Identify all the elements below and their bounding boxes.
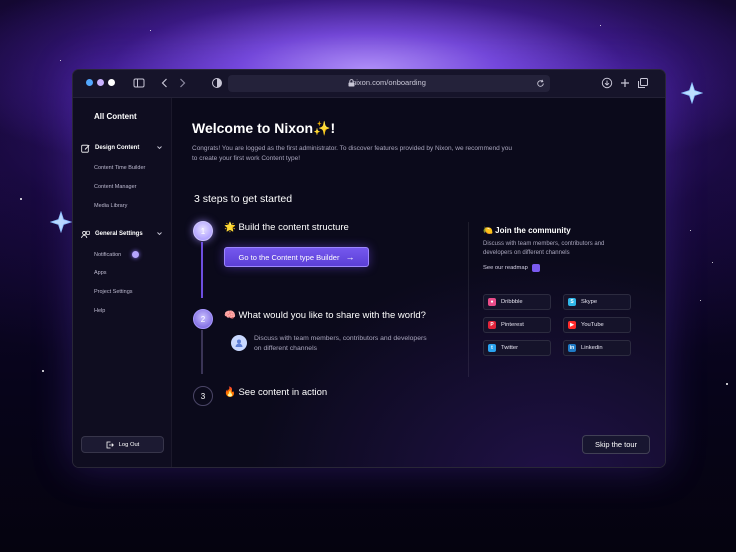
chevron-down-icon[interactable] bbox=[156, 144, 163, 151]
sidebar-section-label: General Settings bbox=[95, 231, 143, 237]
sidebar-item-notification[interactable]: Notification bbox=[94, 251, 139, 258]
background-star bbox=[690, 230, 691, 231]
user-icon bbox=[235, 339, 243, 347]
background-star bbox=[600, 25, 601, 26]
skype-icon: S bbox=[568, 298, 576, 306]
background-star bbox=[20, 198, 22, 200]
logout-icon bbox=[106, 441, 114, 448]
sidebar-title[interactable]: All Content bbox=[94, 112, 137, 121]
window-maximize-button[interactable] bbox=[108, 79, 115, 86]
button-label: Go to the Content type Builder bbox=[238, 252, 340, 262]
social-link-twitter[interactable]: t Twitter bbox=[483, 340, 551, 356]
community-title: 🍋 Join the community bbox=[483, 226, 571, 235]
youtube-icon: ▶ bbox=[568, 321, 576, 329]
social-link-linkedin[interactable]: in Linkedin bbox=[563, 340, 631, 356]
window-minimize-button[interactable] bbox=[97, 79, 104, 86]
chevron-down-icon[interactable] bbox=[156, 230, 163, 237]
download-icon[interactable] bbox=[600, 76, 614, 90]
sidebar-section-label: Design Content bbox=[95, 145, 140, 151]
step-description-2: Discuss with team members, contributors … bbox=[254, 335, 427, 352]
roadmap-label: See our readmap bbox=[483, 265, 528, 271]
window-close-button[interactable] bbox=[86, 79, 93, 86]
community-panel: 🍋 Join the community Discuss with team m… bbox=[468, 222, 659, 377]
roadmap-link[interactable]: See our readmap bbox=[483, 264, 540, 272]
sidebar-item-media-library[interactable]: Media Library bbox=[94, 203, 127, 209]
tabs-overview-icon[interactable] bbox=[636, 76, 650, 90]
address-bar[interactable]: nixon.com/onboarding bbox=[228, 75, 550, 92]
content-type-builder-button[interactable]: Go to the Content type Builder → bbox=[224, 247, 369, 267]
background-star bbox=[150, 30, 151, 31]
sidebar-section-design-content[interactable]: Design Content bbox=[81, 142, 165, 154]
sidebar: All Content Design Content Content Time … bbox=[73, 98, 172, 467]
background-star bbox=[60, 60, 61, 61]
social-link-youtube[interactable]: ▶ YouTube bbox=[563, 317, 631, 333]
new-tab-icon[interactable] bbox=[618, 76, 632, 90]
logout-label: Log Out bbox=[118, 441, 140, 448]
background-star bbox=[712, 262, 713, 263]
social-link-skype[interactable]: S Skype bbox=[563, 294, 631, 310]
sidebar-toggle-icon[interactable] bbox=[132, 76, 146, 90]
skip-tour-button[interactable]: Skip the tour bbox=[582, 435, 650, 454]
sidebar-item-content-manager[interactable]: Content Manager bbox=[94, 184, 137, 190]
logout-button[interactable]: Log Out bbox=[81, 436, 164, 453]
sidebar-item-apps[interactable]: Apps bbox=[94, 270, 107, 276]
step-title-2: 🧠 What would you like to share with the … bbox=[224, 310, 426, 321]
community-description: Discuss with team members, contributors … bbox=[483, 241, 605, 256]
notification-badge bbox=[131, 251, 139, 258]
social-label: Linkedin bbox=[581, 345, 603, 351]
social-label: Twitter bbox=[501, 345, 519, 351]
browser-toolbar: nixon.com/onboarding bbox=[73, 70, 665, 98]
edit-icon bbox=[81, 144, 90, 153]
pinterest-icon: P bbox=[488, 321, 496, 329]
shield-icon[interactable] bbox=[210, 76, 224, 90]
step-number-3: 3 bbox=[193, 386, 213, 406]
steps-heading: 3 steps to get started bbox=[194, 193, 293, 205]
intro-text: Congrats! You are logged as the first ad… bbox=[192, 145, 512, 162]
avatar bbox=[231, 335, 247, 351]
external-link-icon bbox=[531, 264, 540, 272]
dribbble-icon: ● bbox=[488, 298, 496, 306]
social-link-pinterest[interactable]: P Pinterest bbox=[483, 317, 551, 333]
back-icon[interactable] bbox=[158, 76, 172, 90]
social-label: Skype bbox=[581, 299, 598, 305]
background-star bbox=[42, 370, 44, 372]
reload-icon[interactable] bbox=[536, 79, 545, 88]
sparkle-icon bbox=[50, 211, 72, 233]
sidebar-item-label: Notification bbox=[94, 251, 122, 258]
sidebar-item-help[interactable]: Help bbox=[94, 308, 105, 314]
browser-window: nixon.com/onboarding All Content Design … bbox=[72, 69, 666, 468]
step-connector bbox=[201, 242, 203, 298]
step-number-2: 2 bbox=[193, 309, 213, 329]
social-link-dribbble[interactable]: ● Dribbble bbox=[483, 294, 551, 310]
url-text: nixon.com/onboarding bbox=[352, 78, 426, 87]
sidebar-item-content-time-builder[interactable]: Content Time Builder bbox=[94, 165, 145, 171]
sidebar-item-project-settings[interactable]: Project Settings bbox=[94, 289, 133, 295]
background-star bbox=[700, 300, 701, 301]
twitter-icon: t bbox=[488, 344, 496, 352]
page-title: Welcome to Nixon✨! bbox=[192, 120, 336, 136]
social-label: YouTube bbox=[581, 322, 604, 328]
social-label: Pinterest bbox=[501, 322, 524, 328]
step-title-3: 🔥 See content in action bbox=[224, 387, 328, 398]
main-content: Welcome to Nixon✨! Congrats! You are log… bbox=[172, 98, 665, 467]
linkedin-icon: in bbox=[568, 344, 576, 352]
arrow-right-icon: → bbox=[345, 252, 355, 262]
users-icon bbox=[81, 230, 90, 238]
step-title-1: 🌟 Build the content structure bbox=[224, 222, 349, 233]
social-label: Dribbble bbox=[501, 299, 523, 305]
step-number-1: 1 bbox=[193, 221, 213, 241]
step-connector bbox=[201, 330, 203, 374]
forward-icon[interactable] bbox=[175, 76, 189, 90]
background-star bbox=[726, 383, 728, 385]
sparkle-icon bbox=[681, 82, 703, 104]
sidebar-section-general-settings[interactable]: General Settings bbox=[81, 228, 165, 240]
